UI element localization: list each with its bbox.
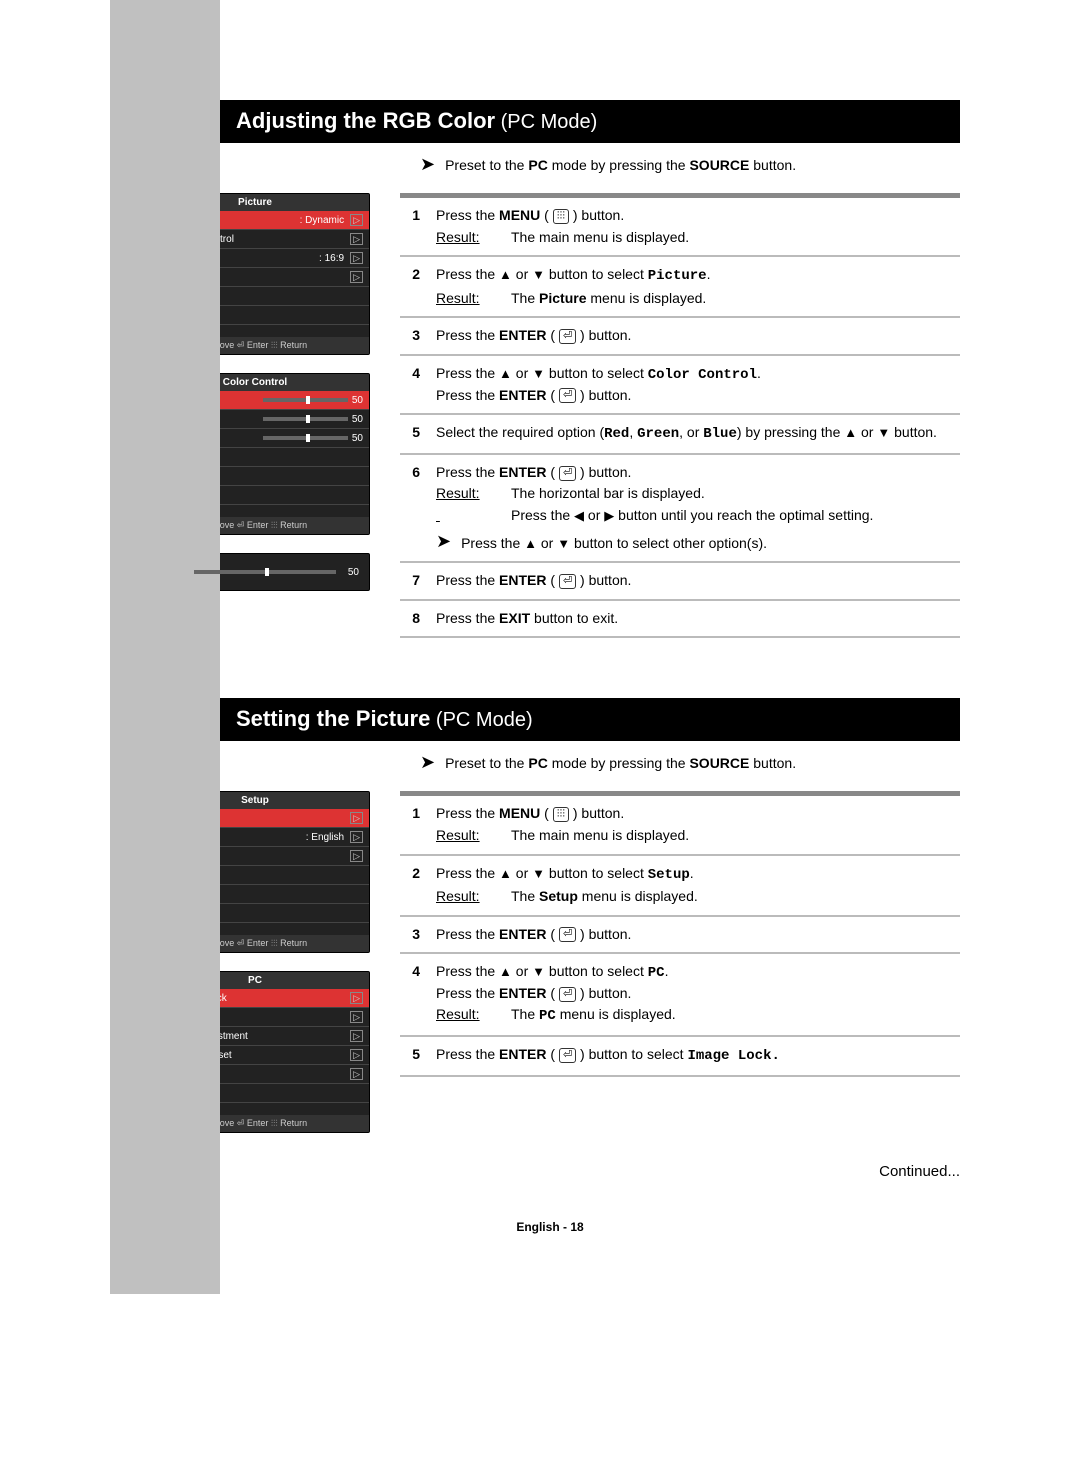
step-number: 2 [400,265,420,308]
intro-text: Preset to the PC mode by pressing the SO… [445,157,796,173]
step-number: 2 [400,864,420,907]
title-suffix: (PC Mode) [430,709,532,731]
step: 4Press the ▲ or ▼ button to select PC.Pr… [400,954,960,1037]
step-number: 8 [400,609,420,629]
step-body: Press the MENU ( ⫶⫶⫶ ) button.Result:The… [436,206,960,247]
step-body: Press the ENTER ( ⏎ ) button. [436,571,960,591]
step: 1 Press the MENU ( ⫶⫶⫶ ) button.Result:Th… [400,198,960,257]
step-body: Press the ▲ or ▼ button to select PC.Pre… [436,962,960,1027]
step-number: 3 [400,326,420,346]
step: 3 Press the ENTER ( ⏎ ) button. [400,917,960,955]
step: 2 Press the ▲ or ▼ button to select Pictu… [400,257,960,318]
title-bold: Adjusting the RGB Color [236,108,495,133]
step-number: 3 [400,925,420,945]
step-body: Press the ENTER ( ⏎ ) button. [436,326,960,346]
continued-label: Continued... [420,1163,960,1180]
step-number: 4 [400,962,420,1027]
section-title-picture: Setting the Picture (PC Mode) [220,698,960,741]
page-footer: English - 18 [140,1220,960,1234]
title-suffix: (PC Mode) [495,111,597,133]
step: 3 Press the ENTER ( ⏎ ) button. [400,318,960,356]
step-body: Press the ENTER ( ⏎ ) button. [436,925,960,945]
intro-text: Preset to the PC mode by pressing the SO… [445,755,796,771]
step-number: 5 [400,423,420,445]
step-number: 1 [400,804,420,845]
step: 6Press the ENTER ( ⏎ ) button.Result:The… [400,455,960,563]
step-body: Press the EXIT button to exit. [436,609,960,629]
steps-list-1: 1 Press the MENU ( ⫶⫶⫶ ) button.Result:Th… [400,193,960,638]
step-body: Press the ▲ or ▼ button to select Setup.… [436,864,960,907]
step-number: 7 [400,571,420,591]
steps-list-2: 1 Press the MENU ( ⫶⫶⫶ ) button.Result:Th… [400,791,960,1076]
step-number: 4 [400,364,420,405]
step: 5 Select the required option (Red, Green,… [400,415,960,455]
intro-line-1: ➤ Preset to the PC mode by pressing the … [420,157,960,173]
step-number: 5 [400,1045,420,1067]
pointer-icon: ➤ [420,157,435,171]
section-title-rgb: Adjusting the RGB Color (PC Mode) [220,100,960,143]
step-body: Press the ▲ or ▼ button to select Pictur… [436,265,960,308]
step-body: Press the ENTER ( ⏎ ) button.Result:The … [436,463,960,553]
pointer-icon: ➤ [436,534,451,554]
step-body: Press the MENU ( ⫶⫶⫶ ) button.Result:The… [436,804,960,845]
step-number: 6 [400,463,420,553]
step: 7 Press the ENTER ( ⏎ ) button. [400,563,960,601]
title-bold: Setting the Picture [236,706,430,731]
intro-line-2: ➤ Preset to the PC mode by pressing the … [420,755,960,771]
step: 2 Press the ▲ or ▼ button to select Setup… [400,856,960,917]
step-body: Select the required option (Red, Green, … [436,423,960,445]
step: 8 Press the EXIT button to exit. [400,601,960,639]
step-body: Press the ENTER ( ⏎ ) button to select I… [436,1045,960,1067]
step-number: 1 [400,206,420,247]
step: 5 Press the ENTER ( ⏎ ) button to select … [400,1037,960,1077]
step-body: Press the ▲ or ▼ button to select Color … [436,364,960,405]
pointer-icon: ➤ [420,755,435,769]
step: 4 Press the ▲ or ▼ button to select Color… [400,356,960,415]
step: 1 Press the MENU ( ⫶⫶⫶ ) button.Result:Th… [400,796,960,855]
